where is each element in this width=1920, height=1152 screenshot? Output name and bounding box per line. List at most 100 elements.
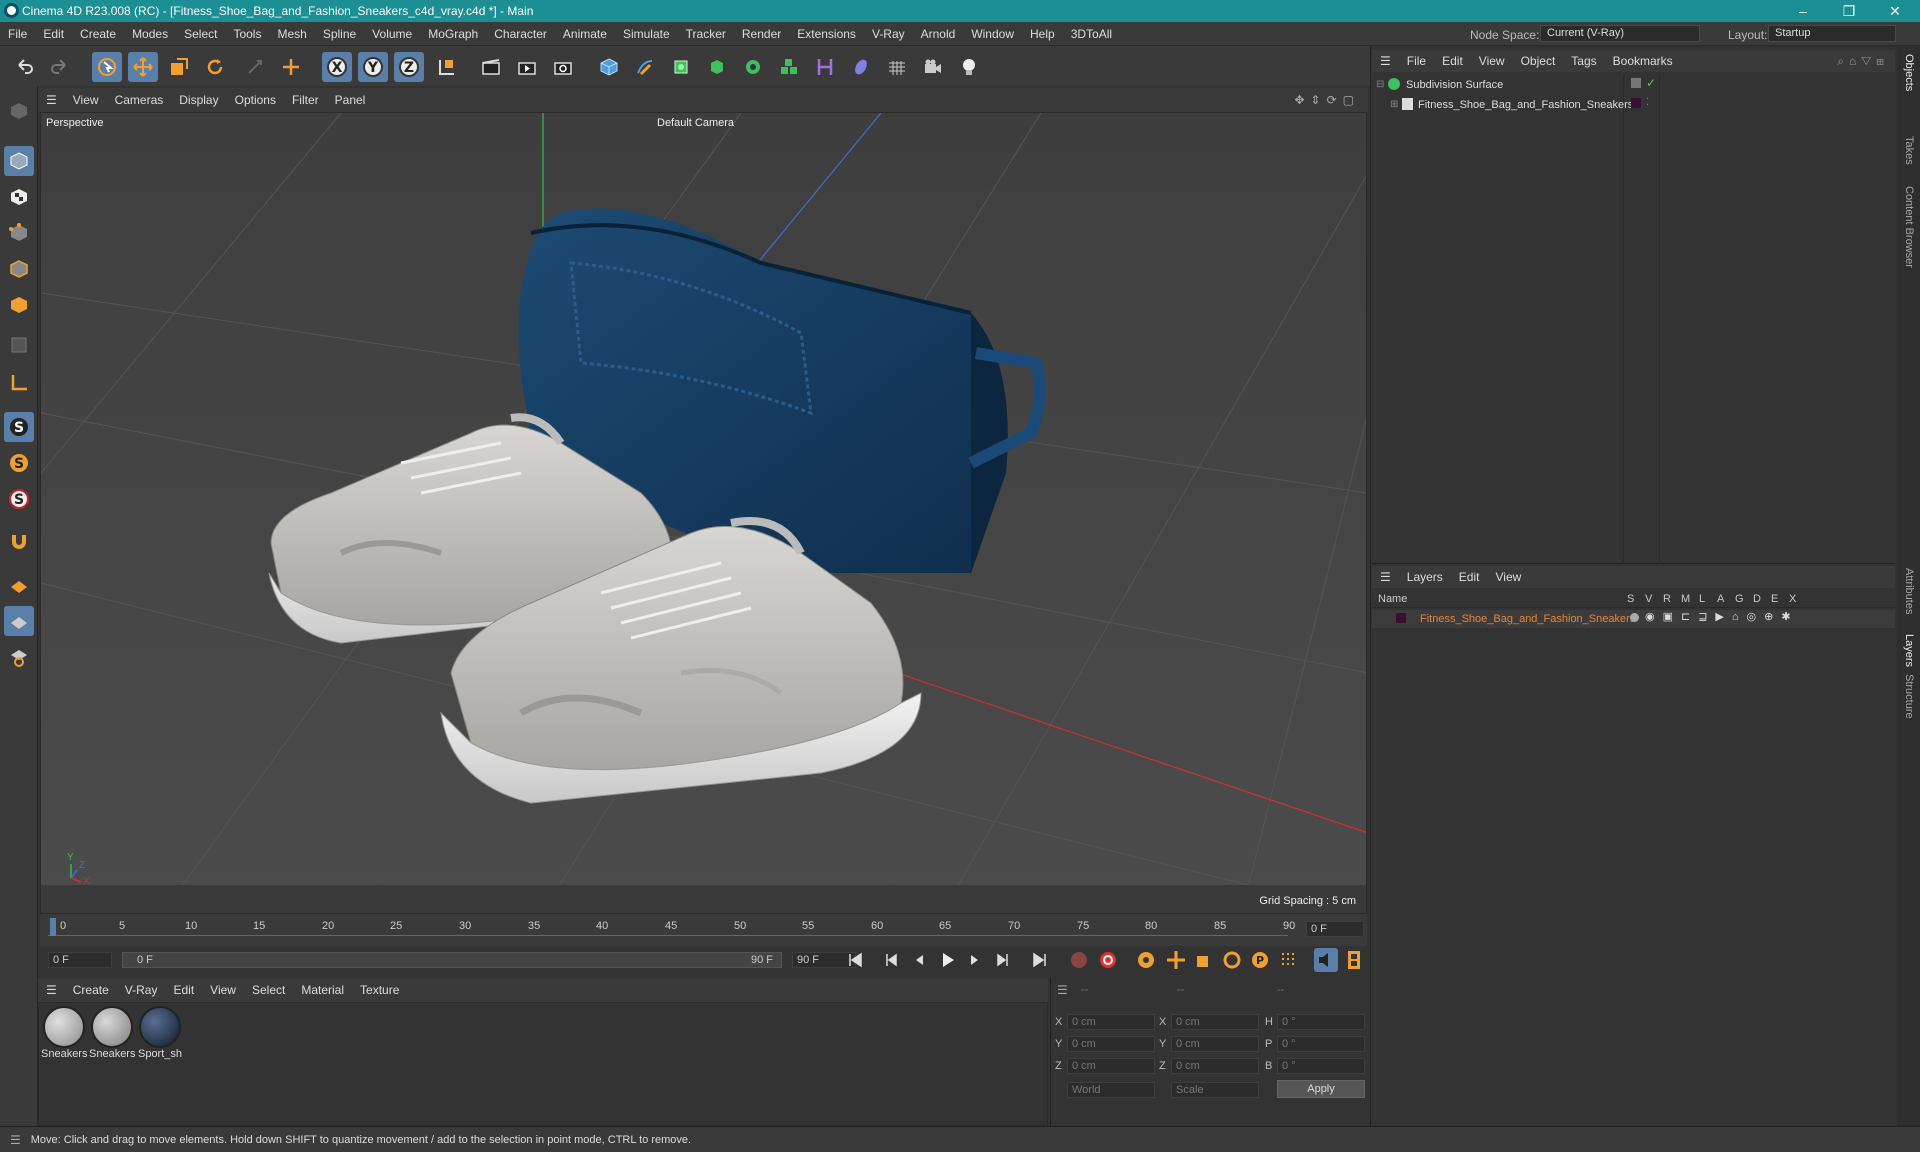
rot-p-field[interactable]: 0 ° <box>1277 1036 1365 1052</box>
status-hamburger-icon[interactable]: ☰ <box>0 1133 31 1147</box>
pos-y-field[interactable]: 0 cm <box>1067 1036 1155 1052</box>
object-menu-object[interactable]: Object <box>1513 54 1564 68</box>
undo-button[interactable] <box>10 52 40 82</box>
pos-z-field[interactable]: 0 cm <box>1067 1058 1155 1074</box>
side-tab-structure[interactable]: Structure <box>1903 674 1915 719</box>
size-y-field[interactable]: 0 cm <box>1171 1036 1259 1052</box>
pos-x-field[interactable]: 0 cm <box>1067 1014 1155 1030</box>
material-swatch[interactable]: Sport_sh <box>137 1004 183 1066</box>
rot-h-field[interactable]: 0 ° <box>1277 1014 1365 1030</box>
layer-name[interactable]: Fitness_Shoe_Bag_and_Fashion_Sneakers <box>1420 613 1635 625</box>
next-frame-button[interactable] <box>963 948 987 972</box>
apply-button[interactable]: Apply <box>1277 1080 1365 1098</box>
material-hamburger-icon[interactable]: ☰ <box>38 983 65 997</box>
model-mode-button[interactable] <box>4 146 34 176</box>
cloner-button[interactable] <box>738 52 768 82</box>
material-menu-texture[interactable]: Texture <box>352 983 407 997</box>
menu-modes[interactable]: Modes <box>124 27 176 41</box>
visibility-dots-icon[interactable]: ⁚ <box>1646 97 1649 108</box>
rotate-tool-button[interactable] <box>200 52 230 82</box>
menu-window[interactable]: Window <box>963 27 1022 41</box>
light-button[interactable] <box>954 52 984 82</box>
record-keys-button[interactable] <box>1067 948 1091 972</box>
next-key-button[interactable] <box>991 948 1015 972</box>
tweak-mode-button[interactable] <box>4 526 34 556</box>
material-swatch[interactable]: Sneakers <box>41 1004 87 1066</box>
extrude-button[interactable] <box>702 52 732 82</box>
autokeying-button[interactable] <box>1096 948 1120 972</box>
scale-tool-button[interactable] <box>164 52 194 82</box>
z-axis-lock-button[interactable]: Z <box>394 52 424 82</box>
object-name[interactable]: Subdivision Surface <box>1406 79 1503 91</box>
layer-solo-icon[interactable] <box>1630 613 1639 622</box>
subdivision-surface-button[interactable] <box>666 52 696 82</box>
object-menu-edit[interactable]: Edit <box>1434 54 1471 68</box>
points-mode-button[interactable] <box>4 218 34 248</box>
side-tab-content-browser[interactable]: Content Browser <box>1903 186 1915 268</box>
layer-color-swatch[interactable] <box>1631 98 1641 108</box>
go-to-start-button[interactable] <box>843 948 867 972</box>
menu-mograph[interactable]: MoGraph <box>420 27 486 41</box>
menu-animate[interactable]: Animate <box>555 27 615 41</box>
material-menu-vray[interactable]: V-Ray <box>117 983 166 997</box>
timeline-settings-button[interactable] <box>1342 948 1366 972</box>
material-menu-edit[interactable]: Edit <box>165 983 202 997</box>
previous-frame-button[interactable] <box>907 948 931 972</box>
viewport-menu-cameras[interactable]: Cameras <box>107 93 172 107</box>
parameter-key-button[interactable]: P <box>1248 948 1272 972</box>
material-menu-select[interactable]: Select <box>244 983 293 997</box>
render-settings-button[interactable] <box>548 52 578 82</box>
texture-mode-button[interactable] <box>4 182 34 212</box>
size-z-field[interactable]: 0 cm <box>1171 1058 1259 1074</box>
menu-mesh[interactable]: Mesh <box>269 27 314 41</box>
object-menu-file[interactable]: File <box>1399 54 1434 68</box>
edges-mode-button[interactable] <box>4 254 34 284</box>
rotation-key-button[interactable] <box>1220 948 1244 972</box>
3d-viewport[interactable]: Perspective Default Camera Grid Spacing … <box>40 112 1367 914</box>
side-tab-takes[interactable]: Takes <box>1903 136 1915 165</box>
viewport-menu-view[interactable]: View <box>65 93 107 107</box>
size-mode-dropdown[interactable]: Scale <box>1171 1082 1259 1098</box>
grid-plane-button[interactable] <box>4 606 34 636</box>
menu-simulate[interactable]: Simulate <box>615 27 678 41</box>
coords-hamburger-icon[interactable]: ☰ <box>1057 983 1068 997</box>
scale-key-button[interactable] <box>1192 948 1216 972</box>
expand-toggle-icon[interactable]: ⊞ <box>1390 99 1398 110</box>
menu-tracker[interactable]: Tracker <box>678 27 734 41</box>
layout-dropdown[interactable]: Startup <box>1768 25 1896 42</box>
recent-tool-button[interactable] <box>240 52 270 82</box>
object-search-icons[interactable]: ⌕⌂▽⊞ <box>1837 54 1895 69</box>
maximize-button[interactable]: ❐ <box>1826 0 1872 22</box>
previous-key-button[interactable] <box>879 948 903 972</box>
viewport-menu-panel[interactable]: Panel <box>327 93 374 107</box>
menu-character[interactable]: Character <box>486 27 555 41</box>
snap-settings-button[interactable]: S <box>4 448 34 478</box>
menu-tools[interactable]: Tools <box>225 27 269 41</box>
y-axis-lock-button[interactable]: Y <box>358 52 388 82</box>
object-name[interactable]: Fitness_Shoe_Bag_and_Fashion_Sneakers <box>1418 99 1633 111</box>
polygons-mode-button[interactable] <box>4 290 34 320</box>
layer-color-swatch[interactable] <box>1396 613 1406 623</box>
layers-hamburger-icon[interactable]: ☰ <box>1372 570 1399 584</box>
layers-menu-edit[interactable]: Edit <box>1451 570 1488 584</box>
viewport-nav-icons[interactable]: ✥⇕⟳▢ <box>1294 93 1368 107</box>
object-row[interactable]: ⊞ Fitness_Shoe_Bag_and_Fashion_Sneakers … <box>1376 97 1896 114</box>
render-to-picture-viewer-button[interactable] <box>512 52 542 82</box>
render-view-button[interactable] <box>476 52 506 82</box>
material-menu-view[interactable]: View <box>202 983 244 997</box>
layers-menu-layers[interactable]: Layers <box>1399 570 1451 584</box>
keyframe-selection-button[interactable] <box>1134 948 1158 972</box>
menu-edit[interactable]: Edit <box>35 27 72 41</box>
close-button[interactable]: ✕ <box>1872 0 1918 22</box>
floor-button[interactable] <box>882 52 912 82</box>
object-menu-tags[interactable]: Tags <box>1563 54 1604 68</box>
menu-extensions[interactable]: Extensions <box>789 27 864 41</box>
layer-toggle-icons[interactable]: ◉▣⊏⊒▶⌂◎⊕✱ <box>1645 610 1799 623</box>
camera-label[interactable]: Default Camera <box>657 117 734 129</box>
size-x-field[interactable]: 0 cm <box>1171 1014 1259 1030</box>
deformer-button[interactable] <box>810 52 840 82</box>
workplane-snap-button[interactable]: S <box>4 484 34 514</box>
object-coordinates-button[interactable] <box>432 52 462 82</box>
menu-arnold[interactable]: Arnold <box>913 27 964 41</box>
side-tab-layers[interactable]: Layers <box>1903 634 1915 667</box>
